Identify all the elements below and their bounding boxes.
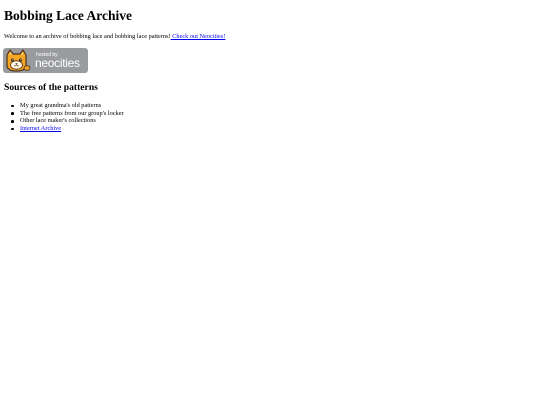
bullet-icon [11, 127, 14, 131]
page: Bobbing Lace Archive Welcome to an archi… [0, 0, 540, 405]
bullet-icon [11, 112, 14, 115]
list-item-label: The free patterns from our group's locke… [20, 109, 124, 117]
intro-paragraph: Welcome to an archive of bobbing lace an… [4, 33, 225, 41]
hosted-by-neocities-badge[interactable]: hosted by neocities [3, 48, 88, 73]
list-item-label: Other lace maker's collections [20, 117, 96, 125]
list-item: My great grandma's old patterns [11, 102, 124, 110]
neocities-link[interactable]: Check out Neocities! [171, 33, 225, 40]
sources-heading: Sources of the patterns [4, 82, 98, 93]
internet-archive-link[interactable]: Internet Archive [20, 125, 61, 132]
list-item-label: My great grandma's old patterns [20, 102, 102, 109]
bullet-icon [11, 104, 14, 108]
page-title: Bobbing Lace Archive [4, 8, 133, 23]
list-item: The free patterns from our group's locke… [11, 109, 124, 118]
sources-list: My great grandma's old patterns The free… [11, 102, 124, 133]
badge-neocities-text: neocities [35, 56, 80, 70]
intro-text: Welcome to an archive of bobbing lace an… [4, 33, 171, 40]
bullet-icon [11, 120, 14, 123]
list-item: Other lace maker's collections [11, 117, 124, 125]
list-item: Internet Archive [11, 125, 124, 133]
